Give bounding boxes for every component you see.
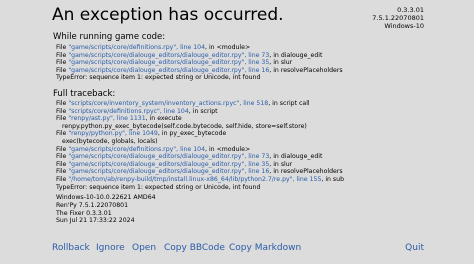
- traceback-text: TypeError: sequence item 1: expected str…: [56, 183, 261, 191]
- traceback-location: , in py_exec_bytecode: [157, 130, 227, 138]
- footer-actions: Rollback Ignore Open Copy BBCode Copy Ma…: [52, 242, 424, 254]
- traceback-location: , in resolvePlaceholders: [269, 168, 343, 176]
- traceback-file-link[interactable]: "game/scripts/core/dialouge_editors/dial…: [68, 67, 269, 74]
- os-version: Windows-10: [384, 22, 424, 30]
- full-traceback: File "scripts/core/inventory_system/inve…: [56, 100, 436, 191]
- traceback-file-link[interactable]: "game/scripts/core/dialouge_editors/dial…: [68, 161, 269, 168]
- traceback-file-link[interactable]: "game/scripts/core/dialouge_editors/dial…: [68, 153, 269, 160]
- game-code-traceback: File "game/scripts/core/definitions.rpy"…: [56, 44, 436, 82]
- traceback-location: , in <module>: [205, 44, 251, 51]
- traceback-file-link[interactable]: "game/scripts/core/definitions.rpy", lin…: [68, 44, 205, 51]
- game-code-heading: While running game code:: [53, 32, 166, 42]
- game-version: 0.3.3.01: [397, 6, 424, 14]
- traceback-file-link[interactable]: "scripts/core/inventory_system/inventory…: [68, 100, 268, 107]
- rollback-button[interactable]: Rollback: [52, 242, 90, 254]
- traceback-text: File: [56, 175, 69, 183]
- traceback-location: , in script call: [268, 100, 310, 107]
- traceback-error-line: TypeError: sequence item 1: expected str…: [56, 74, 436, 82]
- traceback-location: , in sub: [321, 175, 345, 183]
- traceback-text: File: [56, 66, 69, 74]
- traceback-frame: File "game/scripts/core/dialouge_editors…: [56, 67, 436, 75]
- traceback-frame: File "scripts/core/definitions.rpyc", li…: [56, 108, 436, 116]
- traceback-text: exec(bytecode, globals, locals): [62, 137, 158, 145]
- traceback-frame: File "scripts/core/inventory_system/inve…: [56, 100, 436, 108]
- quit-button[interactable]: Quit: [405, 242, 424, 254]
- traceback-frame: File "game/scripts/core/dialouge_editors…: [56, 168, 436, 176]
- full-traceback-heading: Full traceback:: [53, 89, 116, 99]
- traceback-file-link[interactable]: "game/scripts/core/dialouge_editors/dial…: [68, 59, 269, 66]
- copy-bbcode-button[interactable]: Copy BBCode: [164, 242, 225, 254]
- traceback-text: File: [56, 59, 69, 67]
- traceback-frame: File "/home/tom/ab/renpy-build/tmp/insta…: [56, 176, 436, 184]
- traceback-file-link[interactable]: "/home/tom/ab/renpy-build/tmp/install.li…: [68, 176, 321, 183]
- traceback-file-link[interactable]: "game/scripts/core/dialouge_editors/dial…: [68, 52, 269, 59]
- traceback-text: TypeError: sequence item 1: expected str…: [56, 74, 261, 82]
- traceback-error-line: TypeError: sequence item 1: expected str…: [56, 184, 436, 192]
- traceback-text: File: [56, 107, 69, 115]
- copy-markdown-button[interactable]: Copy Markdown: [229, 242, 301, 254]
- traceback-frame: File "renpy/python.py", line 1049, in py…: [56, 130, 436, 138]
- traceback-text: File: [56, 100, 69, 107]
- traceback-frame: File "game/scripts/core/dialouge_editors…: [56, 153, 436, 161]
- traceback-text: renpy.python.py_exec_bytecode(self.code.…: [62, 122, 307, 130]
- system-info-game: The Fixer 0.3.3.01: [56, 209, 112, 217]
- traceback-text: File: [56, 130, 69, 138]
- traceback-file-link[interactable]: "game/scripts/core/definitions.rpy", lin…: [68, 146, 205, 153]
- traceback-text: File: [56, 51, 69, 59]
- traceback-file-link[interactable]: "renpy/python.py", line 1049: [68, 130, 158, 137]
- traceback-location: , in dialouge_edit: [269, 51, 323, 59]
- traceback-location: , in script: [188, 107, 218, 115]
- renpy-version: 7.5.1.22070801: [372, 14, 424, 22]
- ignore-button[interactable]: Ignore: [96, 242, 125, 254]
- traceback-code-line: exec(bytecode, globals, locals): [56, 138, 436, 146]
- traceback-frame: File "game/scripts/core/definitions.rpy"…: [56, 44, 436, 52]
- traceback-file-link[interactable]: "renpy/ast.py", line 1131: [68, 115, 145, 122]
- traceback-frame: File "game/scripts/core/definitions.rpy"…: [56, 146, 436, 154]
- traceback-text: File: [56, 153, 69, 161]
- traceback-location: , in slur: [269, 160, 293, 168]
- traceback-text: File: [56, 145, 69, 153]
- traceback-file-link[interactable]: "game/scripts/core/dialouge_editors/dial…: [68, 168, 269, 175]
- traceback-location: , in <module>: [205, 145, 251, 153]
- traceback-frame: File "game/scripts/core/dialouge_editors…: [56, 52, 436, 60]
- exception-title: An exception has occurred.: [52, 5, 284, 25]
- traceback-location: , in slur: [269, 59, 293, 67]
- version-info: 0.3.3.01 7.5.1.22070801 Windows-10: [344, 6, 424, 30]
- traceback-location: , in dialouge_edit: [269, 153, 323, 161]
- traceback-file-link[interactable]: "scripts/core/definitions.rpyc", line 10…: [68, 108, 188, 115]
- traceback-code-line: renpy.python.py_exec_bytecode(self.code.…: [56, 123, 436, 131]
- traceback-location: , in resolvePlaceholders: [269, 66, 343, 74]
- traceback-frame: File "game/scripts/core/dialouge_editors…: [56, 59, 436, 67]
- traceback-location: , in execute: [145, 115, 182, 123]
- system-info-renpy: Ren'Py 7.5.1.22070801: [56, 201, 129, 209]
- traceback-frame: File "game/scripts/core/dialouge_editors…: [56, 161, 436, 169]
- system-info-os: Windows-10-10.0.22621 AMD64: [56, 194, 156, 201]
- open-button[interactable]: Open: [132, 242, 156, 254]
- traceback-text: File: [56, 115, 69, 123]
- system-info: Windows-10-10.0.22621 AMD64 Ren'Py 7.5.1…: [56, 194, 156, 225]
- traceback-text: File: [56, 160, 69, 168]
- traceback-text: File: [56, 168, 69, 176]
- traceback-text: File: [56, 44, 69, 51]
- system-info-date: Sun Jul 21 17:33:22 2024: [56, 217, 135, 225]
- traceback-frame: File "renpy/ast.py", line 1131, in execu…: [56, 115, 436, 123]
